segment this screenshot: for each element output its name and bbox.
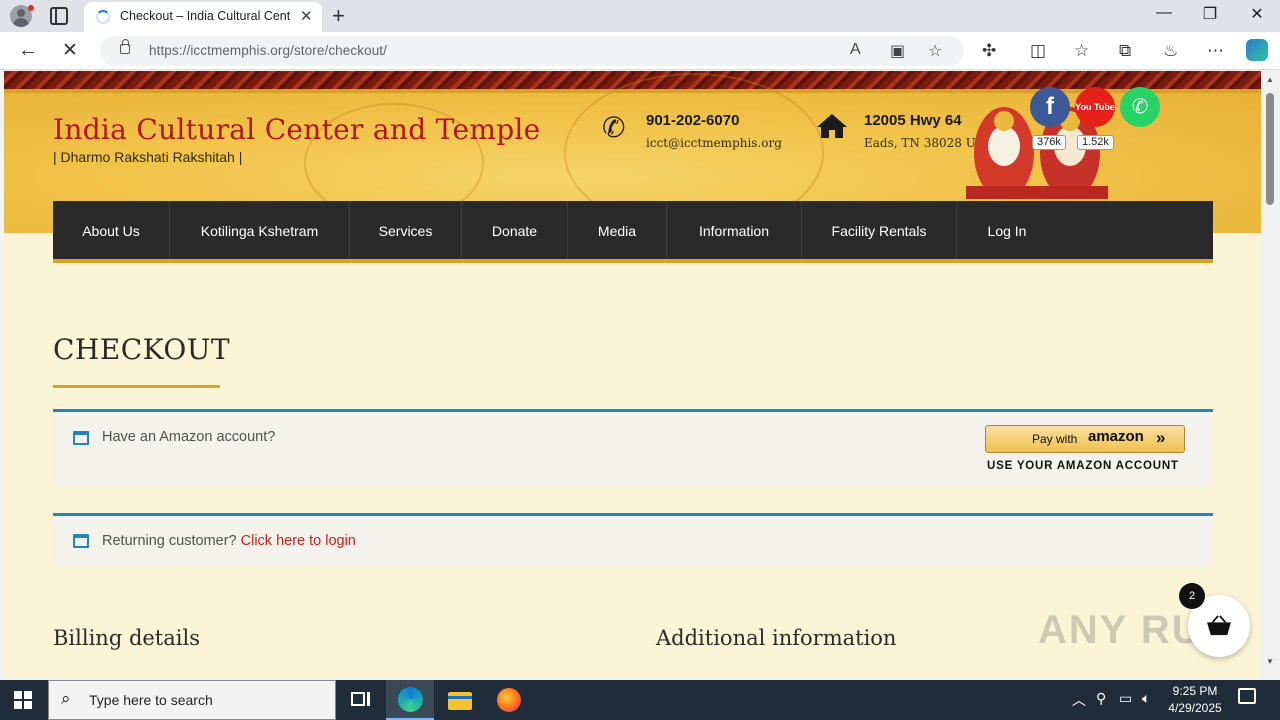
tab-bar: Checkout – India Cultural Center and Tem… (0, 0, 1280, 32)
notifications-icon[interactable] (1238, 688, 1256, 704)
returning-customer-text: Returning customer? Click here to login (102, 533, 356, 549)
tab-title: Checkout – India Cultural Center and Tem… (120, 9, 290, 23)
performance-icon[interactable]: ♨ (1163, 41, 1178, 61)
read-aloud-icon[interactable]: A (850, 41, 861, 59)
whatsapp-icon[interactable]: ✆ (1120, 87, 1160, 127)
tab-actions-icon[interactable] (50, 7, 68, 25)
windows-taskbar: ⌕ Type here to search ︿ ⚲ ▭ 🔈︎ 9:25 PM 4… (0, 680, 1280, 720)
immersive-reader-icon[interactable]: ▣ (890, 41, 905, 61)
billing-details-heading: Billing details (53, 626, 200, 650)
more-menu-icon[interactable]: ⋯ (1207, 41, 1224, 61)
search-icon: ⌕ (61, 689, 71, 708)
collections-icon[interactable]: ⧉ (1119, 41, 1131, 61)
tray-device-icon[interactable]: ⚲ (1096, 690, 1106, 707)
address-line1: 12005 Hwy 64 (864, 112, 962, 129)
firefox-icon[interactable] (496, 688, 522, 712)
notification-dot (28, 5, 34, 11)
active-tab[interactable]: Checkout – India Cultural Center and Tem… (84, 2, 322, 32)
main-nav: About Us Kotilinga Kshetram Services Don… (53, 201, 1213, 263)
split-screen-icon[interactable]: ◫ (1030, 41, 1046, 61)
page-scrollbar[interactable]: ▲ ▼ (1261, 71, 1280, 677)
site-title[interactable]: India Cultural Center and Temple (53, 113, 541, 146)
edge-icon (398, 687, 423, 712)
web-page: India Cultural Center and Temple | Dharm… (4, 71, 1261, 677)
amazon-notice: Have an Amazon account? Pay with amazon … (53, 409, 1213, 485)
nav-item-facility-rentals[interactable]: Facility Rentals (802, 201, 957, 259)
scroll-down-icon[interactable]: ▼ (1266, 657, 1274, 666)
close-window-button[interactable]: ✕ (1237, 4, 1277, 24)
favorite-star-icon[interactable]: ☆ (928, 41, 942, 61)
page-title: CHECKOUT (53, 333, 231, 366)
basket-icon (1207, 615, 1231, 636)
amazon-subtext: USE YOUR AMAZON ACCOUNT (987, 460, 1179, 472)
returning-customer-notice: Returning customer? Click here to login (53, 513, 1213, 566)
taskbar-search-box[interactable]: ⌕ Type here to search (48, 680, 336, 720)
calendar-icon (73, 534, 89, 548)
address-bar[interactable]: https://icctmemphis.org/store/checkout/ … (100, 36, 964, 66)
double-chevron-icon: » (1156, 428, 1166, 447)
copilot-icon[interactable] (1246, 39, 1268, 61)
phone-number[interactable]: 901-202-6070 (646, 112, 739, 129)
favorites-icon[interactable]: ☆ (1074, 41, 1089, 61)
browser-toolbar: ← ✕ https://icctmemphis.org/store/checko… (0, 32, 1280, 70)
taskbar-clock[interactable]: 9:25 PM 4/29/2025 (1160, 683, 1230, 717)
volume-icon[interactable]: 🔈︎ (1142, 690, 1150, 707)
new-tab-button[interactable]: + (332, 3, 345, 29)
amazon-notice-text: Have an Amazon account? (102, 429, 276, 445)
lock-icon[interactable] (120, 39, 130, 54)
phone-icon: ✆ (602, 112, 626, 143)
nav-item-services[interactable]: Services (350, 201, 462, 259)
extensions-icon[interactable]: ✣ (982, 41, 996, 61)
taskbar-edge-active[interactable] (386, 680, 434, 720)
nav-item-about-us[interactable]: About Us (53, 201, 170, 259)
facebook-count: 376k (1032, 135, 1066, 150)
home-icon (817, 114, 847, 138)
login-link[interactable]: Click here to login (241, 533, 356, 549)
scrollbar-thumb[interactable] (1266, 93, 1274, 205)
url-text[interactable]: https://icctmemphis.org/store/checkout/ (149, 43, 387, 58)
nav-item-information[interactable]: Information (667, 201, 802, 259)
additional-information-heading: Additional information (656, 626, 897, 650)
clock-time: 9:25 PM (1172, 684, 1218, 698)
site-tagline: | Dharmo Rakshati Rakshitah | (53, 149, 243, 165)
scroll-up-icon[interactable]: ▲ (1266, 75, 1274, 84)
pay-with-amazon-button[interactable]: Pay with amazon » (985, 425, 1185, 453)
taskbar-search-placeholder: Type here to search (89, 692, 213, 708)
nav-item-media[interactable]: Media (568, 201, 667, 259)
tray-chevron-icon[interactable]: ︿ (1072, 690, 1086, 710)
task-view-icon[interactable] (348, 688, 374, 712)
amazon-logo: amazon (1088, 428, 1144, 445)
restore-button[interactable]: ❐ (1190, 4, 1230, 24)
network-icon[interactable]: ▭ (1119, 690, 1132, 707)
cart-count-badge: 2 (1179, 583, 1205, 609)
youtube-count: 1.52k (1077, 135, 1114, 150)
back-arrow-icon[interactable]: ← (18, 39, 38, 62)
facebook-icon[interactable]: f (1030, 87, 1070, 127)
clock-date: 4/29/2025 (1168, 701, 1222, 715)
stop-loading-icon[interactable]: ✕ (62, 39, 78, 62)
email-link[interactable]: icct@icctmemphis.org (646, 136, 782, 150)
loading-spinner-icon (96, 10, 110, 24)
tab-close-icon[interactable]: ✕ (300, 7, 313, 25)
minimize-button[interactable]: — (1144, 4, 1184, 22)
title-underline (53, 385, 220, 388)
amazon-button-prefix: Pay with (1032, 432, 1078, 446)
calendar-icon (73, 431, 89, 445)
nav-item-donate[interactable]: Donate (462, 201, 568, 259)
nav-item-log-in[interactable]: Log In (957, 201, 1057, 259)
file-explorer-icon[interactable] (447, 688, 473, 712)
windows-start-icon[interactable] (14, 691, 32, 709)
nav-item-kotilinga[interactable]: Kotilinga Kshetram (170, 201, 350, 259)
youtube-icon[interactable]: You Tube (1075, 87, 1115, 127)
